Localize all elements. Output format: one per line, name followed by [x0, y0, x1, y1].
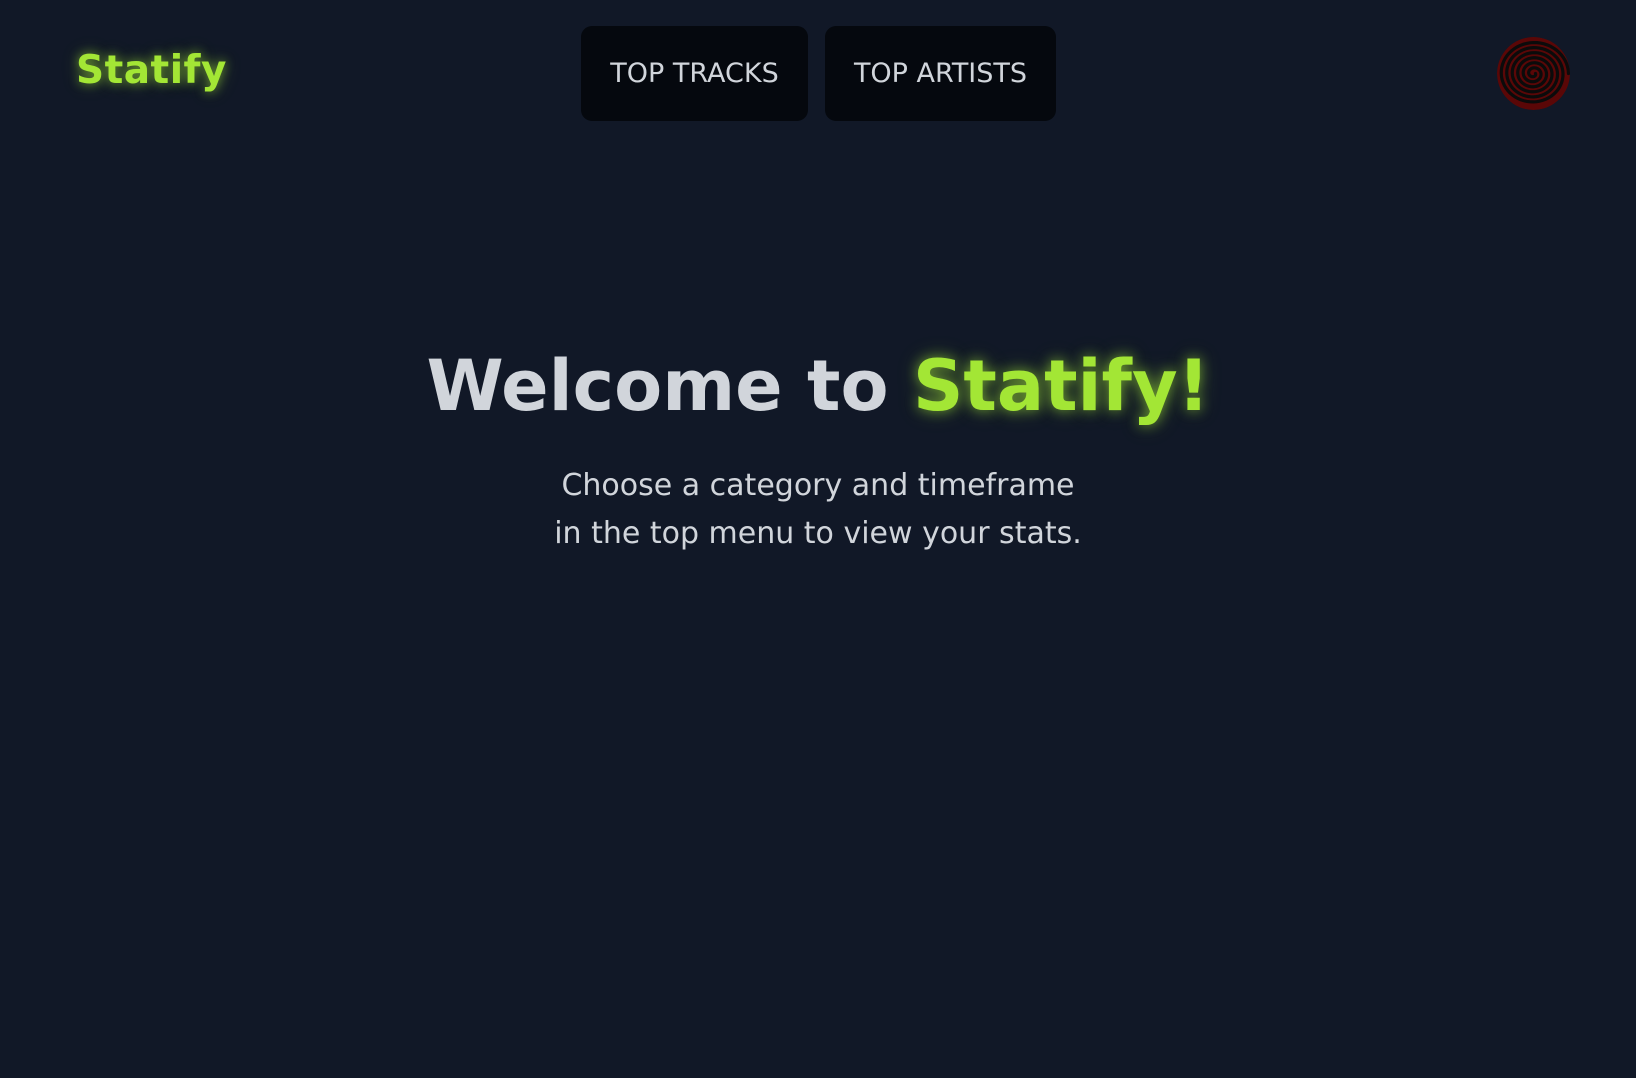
app-logo[interactable]: Statify [76, 48, 227, 93]
hero: Welcome to Statify! Choose a category an… [0, 344, 1636, 558]
page: Statify TOP TRACKS TOP ARTISTS Welcome t… [0, 0, 1636, 1078]
welcome-subtitle: Choose a category and timeframe in the t… [0, 462, 1636, 558]
subtitle-line-2: in the top menu to view your stats. [554, 516, 1082, 551]
welcome-heading: Welcome to Statify! [0, 344, 1636, 428]
top-nav: TOP TRACKS TOP ARTISTS [581, 26, 1056, 121]
top-tracks-button[interactable]: TOP TRACKS [581, 26, 808, 121]
welcome-prefix: Welcome to [426, 345, 913, 427]
avatar[interactable] [1497, 37, 1570, 110]
welcome-brand: Statify! [912, 345, 1210, 427]
spiral-avatar-icon [1497, 37, 1570, 110]
subtitle-line-1: Choose a category and timeframe [561, 468, 1075, 503]
top-artists-button[interactable]: TOP ARTISTS [825, 26, 1056, 121]
